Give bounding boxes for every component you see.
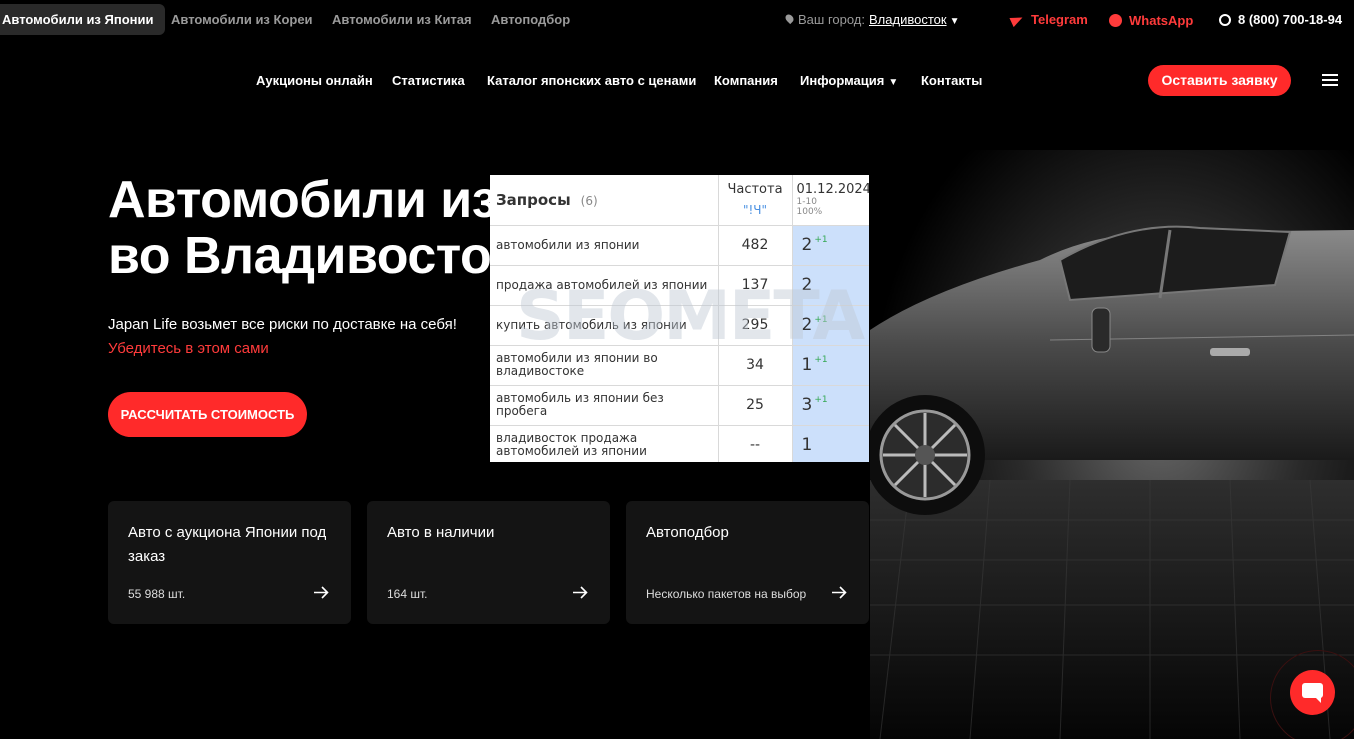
phone-link[interactable]: 8 (800) 700-18-94 [1219,12,1342,27]
city-link[interactable]: Владивосток [869,12,947,27]
query-cell: продажа автомобилей из японии [490,265,718,306]
query-cell: автомобиль из японии без пробега [490,385,718,426]
date-pct: 100% [796,206,823,217]
leave-request-button[interactable]: Оставить заявку [1148,65,1291,96]
topnav-japan[interactable]: Автомобили из Японии [0,4,166,35]
query-cell: купить автомобиль из японии [490,305,718,346]
position-cell: 3 [801,395,813,415]
freq-cell: 295 [717,305,793,346]
chat-button[interactable] [1290,670,1335,715]
topnav-china[interactable]: Автомобили из Китая [332,4,472,35]
card-autopodbor[interactable]: Автоподбор Несколько пакетов на выбор [626,501,869,624]
hero-title: Автомобили из Японии во Владивостоке [108,172,508,284]
nav-information-label: Информация [800,73,885,88]
topnav-autopodbor[interactable]: Автоподбор [491,4,570,35]
seo-positions-table: Запросы (6) Частота "!Ч" 01.12.2024 1-10 100… [490,175,869,462]
table-row: автомобили из японии 482 2 +1 [490,225,869,266]
nav-statistics[interactable]: Статистика [392,73,465,88]
card-title: Автоподбор [646,524,729,541]
table-row: автомобиль из японии без пробега 25 3 +1 [490,385,869,426]
topnav-korea[interactable]: Автомобили из Кореи [171,4,313,35]
arrow-right-icon [832,586,847,599]
chevron-down-icon: ▼ [888,77,899,88]
position-delta: +1 [814,395,828,405]
date-range: 1-10 [796,196,817,207]
hero-subtitle-red: Убедитесь в этом сами [108,340,269,357]
freq-cell: 34 [717,345,793,386]
date-header: 01.12.2024 [796,181,870,197]
hero-subtitle: Japan Life возьмет все риски по доставке… [108,316,457,333]
whatsapp-icon [1109,14,1122,27]
city-selector[interactable]: Ваш город: Владивосток ▼ [783,12,960,27]
freq-cell: 137 [717,265,793,306]
card-in-stock[interactable]: Авто в наличии 164 шт. [367,501,610,624]
nav-company[interactable]: Компания [714,73,778,88]
card-auction[interactable]: Авто с аукциона Японии под заказ 55 988 … [108,501,351,624]
position-cell: 2 [801,235,813,255]
car-image [870,150,1354,739]
freq-cell: 482 [717,225,793,266]
table-row: автомобили из японии во владивостоке 34 … [490,345,869,386]
telegram-link[interactable]: Telegram [1009,12,1088,28]
table-row: продажа автомобилей из японии 137 2 [490,265,869,306]
calculate-cost-button[interactable]: РАССЧИТАТЬ СТОИМОСТЬ [108,392,307,437]
phone-icon [1219,14,1231,26]
nav-contacts[interactable]: Контакты [921,73,982,88]
phone-number: 8 (800) 700-18-94 [1238,12,1343,27]
position-delta: +1 [814,235,828,245]
table-row: владивосток продажа автомобилей из япони… [490,425,869,462]
card-sub: 164 шт. [387,587,428,601]
freq-header: Частота [727,181,783,197]
nav-information[interactable]: Информация ▼ [800,73,898,88]
whatsapp-link[interactable]: WhatsApp [1109,12,1193,28]
queries-count: (6) [580,194,598,209]
chevron-down-icon: ▼ [949,16,960,27]
position-cell: 2 [801,315,813,335]
card-title: Авто с аукциона Японии под заказ [128,524,327,565]
card-sub: 55 988 шт. [128,587,186,601]
table-row: купить автомобиль из японии 295 2 +1 [490,305,869,346]
top-bar: Автомобили из Японии Автомобили из Кореи… [0,0,1354,38]
query-cell: автомобили из японии [490,225,718,266]
position-cell: 1 [801,435,813,455]
card-title: Авто в наличии [387,524,495,541]
arrow-right-icon [314,586,329,599]
telegram-icon [1009,12,1025,28]
arrow-right-icon [573,586,588,599]
position-cell: 1 [801,355,813,375]
freq-sub-header: "!Ч" [742,202,768,217]
nav-catalog[interactable]: Каталог японских авто с ценами [487,73,696,88]
position-delta: +1 [814,355,828,365]
whatsapp-label: WhatsApp [1129,13,1194,28]
position-cell: 2 [801,275,813,295]
freq-cell: -- [717,425,793,462]
chat-icon [1302,683,1323,703]
freq-cell: 25 [717,385,793,426]
query-cell: автомобили из японии во владивостоке [490,345,718,386]
position-delta: +1 [814,315,828,325]
telegram-label: Telegram [1031,12,1088,27]
queries-header: Запросы [496,191,571,210]
city-label: Ваш город: [798,12,865,27]
burger-menu-icon[interactable] [1322,74,1338,86]
location-pin-icon [783,12,796,25]
card-sub: Несколько пакетов на выбор [646,587,807,601]
query-cell: владивосток продажа автомобилей из япони… [490,425,718,462]
nav-auctions[interactable]: Аукционы онлайн [256,73,373,88]
